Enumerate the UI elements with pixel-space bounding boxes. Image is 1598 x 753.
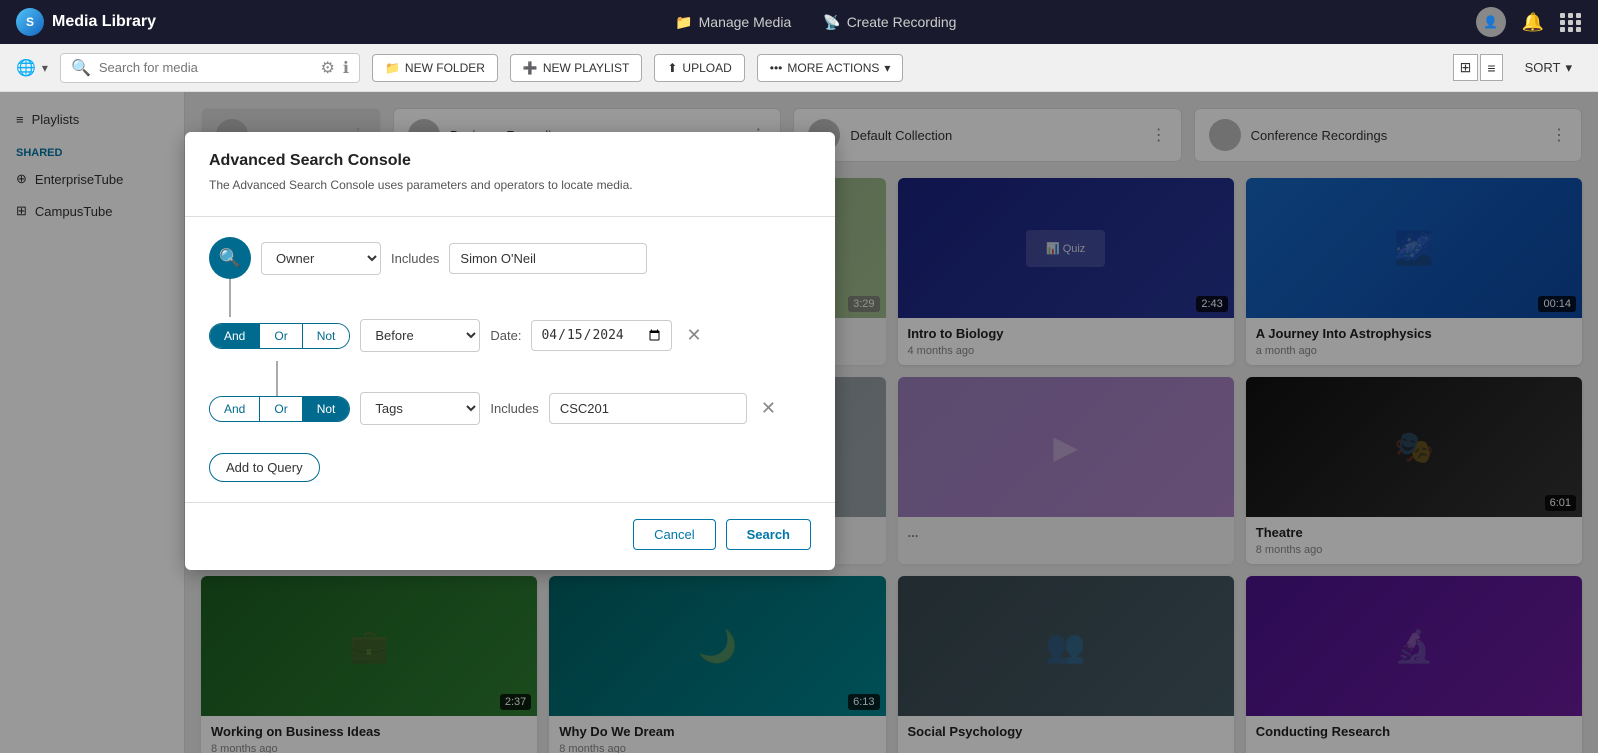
- new-playlist-button[interactable]: ➕ NEW PLAYLIST: [510, 54, 642, 82]
- info-icon[interactable]: ℹ: [343, 58, 349, 78]
- globe-icon: 🌐: [16, 58, 36, 78]
- search-bar[interactable]: 🔍 ⚙ ℹ: [60, 53, 360, 83]
- cancel-button[interactable]: Cancel: [633, 519, 715, 550]
- grid-view-button[interactable]: ⊞: [1453, 54, 1479, 81]
- query-search-icon: 🔍: [209, 237, 251, 279]
- param-select-3[interactable]: Tags: [360, 392, 480, 425]
- globe-selector[interactable]: 🌐 ▾: [16, 58, 48, 78]
- op-or-2[interactable]: Or: [260, 324, 302, 348]
- view-toggle: ⊞ ≡: [1453, 54, 1503, 81]
- param-select-2[interactable]: Before: [360, 319, 480, 352]
- modal-title: Advanced Search Console: [209, 152, 811, 170]
- date-input-2[interactable]: [531, 320, 672, 351]
- search-button[interactable]: Search: [726, 519, 811, 550]
- date-label-2: Date:: [490, 328, 521, 343]
- query-row-2: And Or Not Before Date: ✕: [209, 319, 811, 352]
- create-recording-label: Create Recording: [847, 14, 957, 30]
- add-query-wrapper: Add to Query: [209, 453, 811, 482]
- more-actions-icon: •••: [770, 61, 783, 75]
- list-view-button[interactable]: ≡: [1480, 54, 1502, 81]
- upload-button[interactable]: ⬆ UPLOAD: [654, 54, 744, 82]
- operator-label-3: Includes: [490, 401, 538, 416]
- modal-divider-bottom: [185, 502, 835, 503]
- op-not-2[interactable]: Not: [303, 324, 350, 348]
- create-recording-link[interactable]: 📡 Create Recording: [823, 14, 956, 31]
- search-input[interactable]: [99, 60, 313, 75]
- op-and-2[interactable]: And: [210, 324, 260, 348]
- value-input-1[interactable]: [449, 243, 647, 274]
- chevron-down-icon: ▾: [884, 61, 890, 75]
- main-layout: ≡ Playlists SHARED ⊕ EnterpriseTube ⊞ Ca…: [0, 92, 1598, 753]
- modal-overlay: Advanced Search Console The Advanced Sea…: [0, 92, 1598, 753]
- query-row-1-wrapper: 🔍 Owner Includes: [209, 237, 811, 279]
- query-row-3-wrapper: And Or Not Tags Includes ✕: [209, 392, 811, 425]
- new-folder-button[interactable]: 📁 NEW FOLDER: [372, 54, 498, 82]
- filter-icon[interactable]: ⚙: [321, 58, 335, 78]
- value-input-3[interactable]: [549, 393, 747, 424]
- param-select-1[interactable]: Owner: [261, 242, 381, 275]
- query-row-1: 🔍 Owner Includes: [209, 237, 811, 279]
- toolbar: 🌐 ▾ 🔍 ⚙ ℹ 📁 NEW FOLDER ➕ NEW PLAYLIST ⬆ …: [0, 44, 1598, 92]
- new-folder-icon: 📁: [385, 61, 400, 75]
- manage-media-label: Manage Media: [699, 14, 792, 30]
- top-navigation: S Media Library 📁 Manage Media 📡 Create …: [0, 0, 1598, 44]
- op-not-3[interactable]: Not: [303, 397, 350, 421]
- op-and-3[interactable]: And: [210, 397, 260, 421]
- record-icon: 📡: [823, 14, 840, 31]
- add-to-query-button[interactable]: Add to Query: [209, 453, 320, 482]
- app-logo[interactable]: S Media Library: [16, 8, 156, 36]
- notifications-icon[interactable]: 🔔: [1522, 12, 1544, 33]
- more-actions-button[interactable]: ••• MORE ACTIONS ▾: [757, 54, 904, 82]
- operator-group-3: And Or Not: [209, 396, 350, 422]
- remove-row-3-button[interactable]: ✕: [757, 398, 780, 419]
- sort-chevron-icon: ▾: [1565, 60, 1572, 76]
- folder-icon: 📁: [675, 14, 692, 31]
- sort-button[interactable]: SORT ▾: [1515, 54, 1582, 82]
- manage-media-link[interactable]: 📁 Manage Media: [675, 14, 791, 31]
- operator-label-1: Includes: [391, 251, 439, 266]
- apps-grid-icon[interactable]: [1560, 13, 1582, 32]
- connector-line-1: [229, 279, 231, 317]
- remove-row-2-button[interactable]: ✕: [682, 325, 705, 346]
- query-row-3: And Or Not Tags Includes ✕: [209, 392, 811, 425]
- query-row-2-wrapper: And Or Not Before Date: ✕: [209, 319, 811, 352]
- globe-label: ▾: [42, 61, 48, 75]
- nav-center: 📁 Manage Media 📡 Create Recording: [172, 14, 1460, 31]
- operator-group-2: And Or Not: [209, 323, 350, 349]
- new-playlist-icon: ➕: [523, 61, 538, 75]
- nav-right: 👤 🔔: [1476, 7, 1582, 37]
- user-avatar[interactable]: 👤: [1476, 7, 1506, 37]
- op-or-3[interactable]: Or: [260, 397, 302, 421]
- app-name: Media Library: [52, 13, 156, 31]
- modal-footer: Cancel Search: [209, 519, 811, 550]
- modal-description: The Advanced Search Console uses paramet…: [209, 178, 811, 192]
- upload-icon: ⬆: [667, 61, 677, 75]
- search-icon: 🔍: [71, 58, 91, 78]
- advanced-search-modal: Advanced Search Console The Advanced Sea…: [185, 132, 835, 570]
- modal-divider-top: [185, 216, 835, 217]
- logo-icon: S: [16, 8, 44, 36]
